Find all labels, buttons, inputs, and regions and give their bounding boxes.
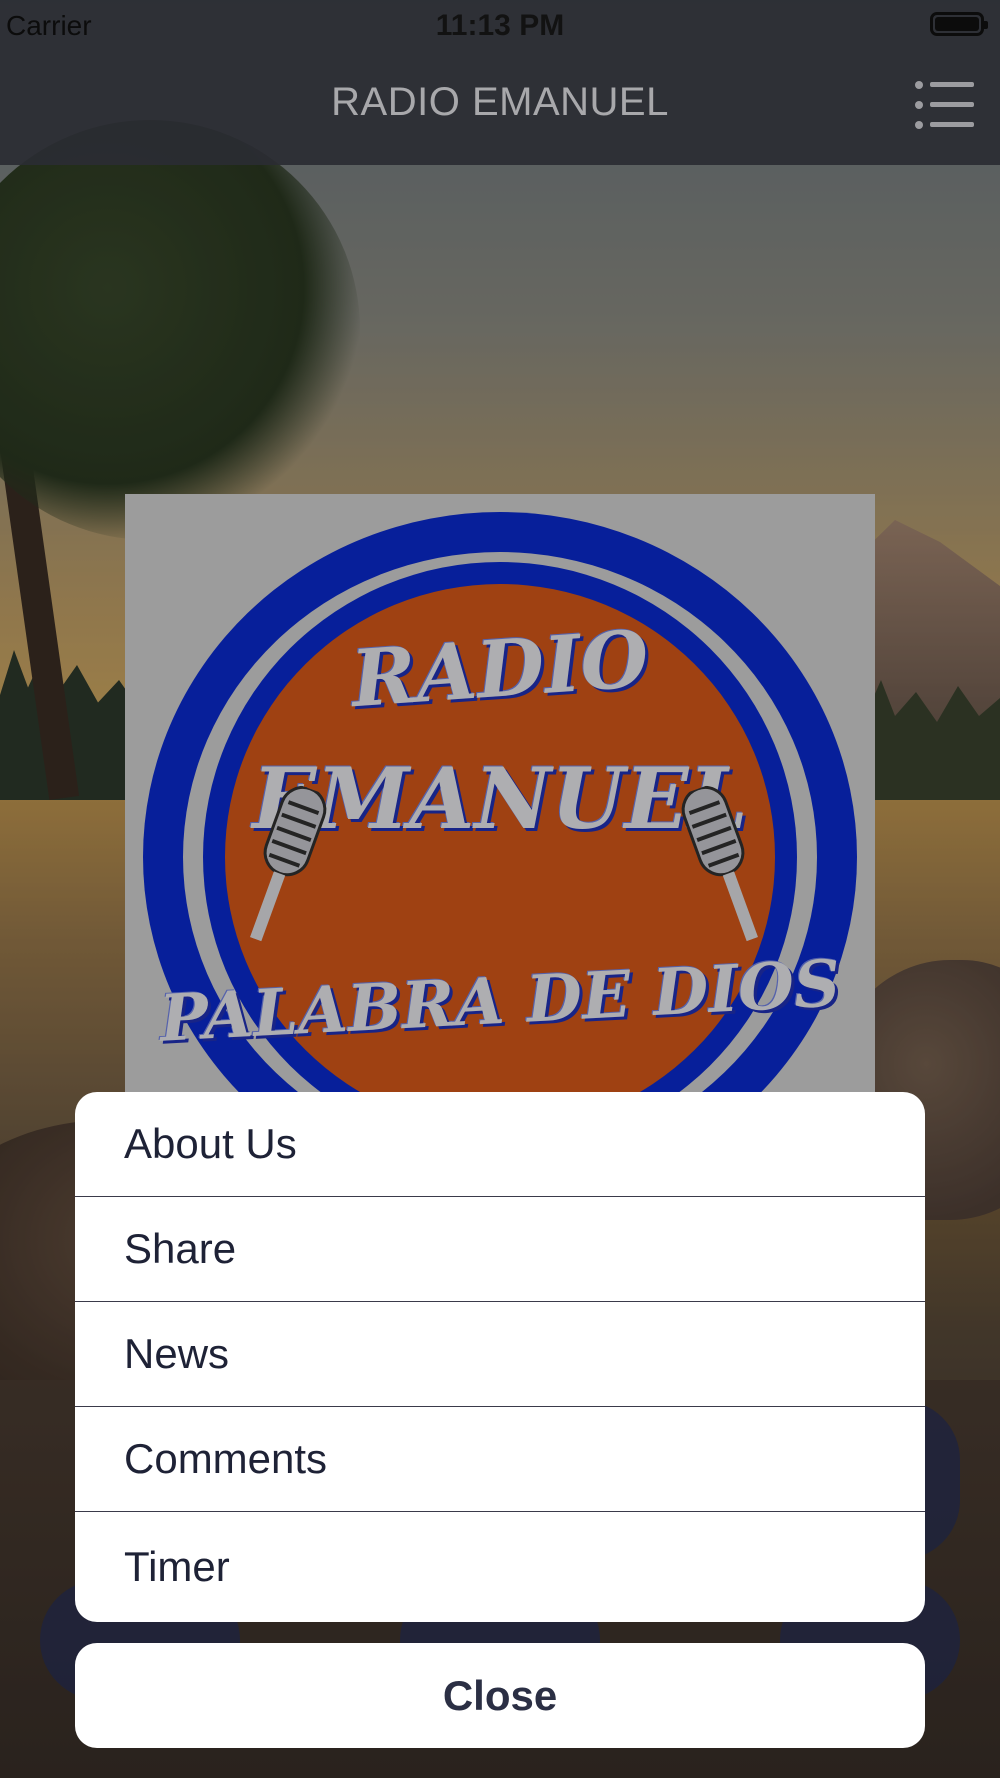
action-sheet: About Us Share News Comments Timer xyxy=(75,1092,925,1622)
menu-item-timer[interactable]: Timer xyxy=(75,1512,925,1622)
menu-item-share[interactable]: Share xyxy=(75,1197,925,1302)
menu-item-news[interactable]: News xyxy=(75,1302,925,1407)
menu-item-comments[interactable]: Comments xyxy=(75,1407,925,1512)
menu-item-about-us[interactable]: About Us xyxy=(75,1092,925,1197)
close-button[interactable]: Close xyxy=(75,1643,925,1748)
